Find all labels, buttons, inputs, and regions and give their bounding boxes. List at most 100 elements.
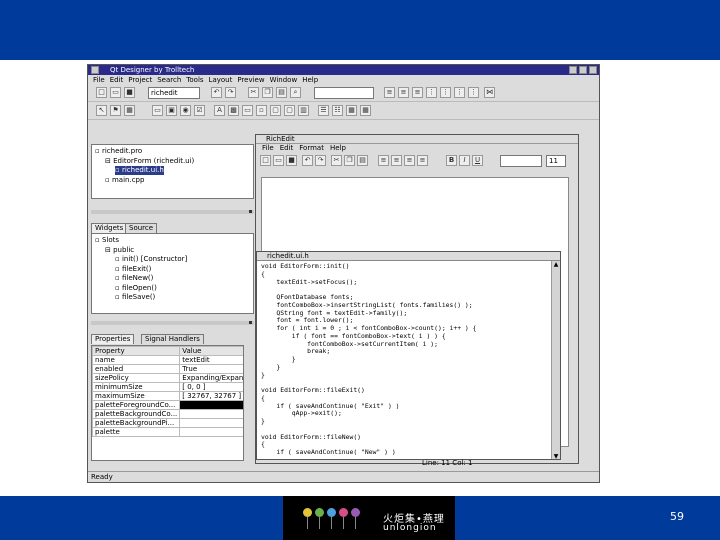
save-icon[interactable]: ■: [286, 155, 297, 166]
tree-item[interactable]: ▫ main.cpp: [105, 176, 144, 185]
table-row[interactable]: name textEdit: [92, 355, 243, 365]
menu-edit[interactable]: Edit: [110, 75, 124, 85]
spinbox-icon[interactable]: ▫: [256, 105, 267, 116]
table-row[interactable]: minimumSize[ 0, 0 ]: [92, 382, 243, 392]
justify-icon[interactable]: ≡: [417, 155, 428, 166]
cut-icon[interactable]: ✂: [248, 87, 259, 98]
richedit-menu-edit[interactable]: Edit: [280, 144, 294, 152]
table-row[interactable]: paletteForegroundCo...: [92, 400, 243, 410]
save-icon[interactable]: ■: [124, 87, 135, 98]
redo-icon[interactable]: ↷: [315, 155, 326, 166]
search-combo[interactable]: [314, 87, 374, 99]
tab-properties[interactable]: Properties: [91, 334, 135, 344]
radiobutton-icon[interactable]: ◉: [180, 105, 191, 116]
tab-widgets[interactable]: Widgets: [91, 223, 128, 233]
richedit-menu-format[interactable]: Format: [299, 144, 324, 152]
pointer-icon[interactable]: ↖: [96, 105, 107, 116]
paste-icon[interactable]: ▤: [276, 87, 287, 98]
listview-icon[interactable]: ☷: [332, 105, 343, 116]
align-center-icon[interactable]: ≡: [391, 155, 402, 166]
redo-icon[interactable]: ↷: [225, 87, 236, 98]
align-left-icon[interactable]: ≡: [378, 155, 389, 166]
menu-tools[interactable]: Tools: [186, 75, 203, 85]
property-value[interactable]: [ 0, 0 ]: [179, 382, 243, 392]
menu-file[interactable]: File: [93, 75, 105, 85]
richedit-menu-file[interactable]: File: [262, 144, 274, 152]
property-value[interactable]: True: [179, 364, 243, 374]
menu-search[interactable]: Search: [157, 75, 181, 85]
table-row[interactable]: paletteBackgroundCo...: [92, 409, 243, 419]
tree-item[interactable]: ⊟ EditorForm (richedit.ui): [105, 157, 194, 166]
menu-layout[interactable]: Layout: [209, 75, 233, 85]
undo-icon[interactable]: ↶: [211, 87, 222, 98]
cut-icon[interactable]: ✂: [331, 155, 342, 166]
property-value[interactable]: [179, 400, 243, 410]
tree-item[interactable]: ▫ fileSave(): [115, 293, 155, 302]
table-row[interactable]: palette: [92, 427, 243, 437]
align-left-icon[interactable]: ≡: [384, 87, 395, 98]
layout-h-icon[interactable]: ⋮: [426, 87, 437, 98]
menu-project[interactable]: Project: [128, 75, 152, 85]
undo-icon[interactable]: ↶: [302, 155, 313, 166]
table-row[interactable]: maximumSize[ 32767, 32767 ]: [92, 391, 243, 401]
form-combo[interactable]: richedit: [148, 87, 200, 99]
code-text[interactable]: void EditorForm::init() { textEdit->setF…: [261, 262, 476, 457]
minimize-button[interactable]: [569, 66, 577, 74]
property-value[interactable]: [179, 418, 243, 428]
tabwidget-icon[interactable]: ▥: [298, 105, 309, 116]
close-button[interactable]: [589, 66, 597, 74]
groupbox-icon[interactable]: ▢: [270, 105, 281, 116]
splitter[interactable]: [91, 321, 254, 325]
pixmap-icon[interactable]: ▩: [228, 105, 239, 116]
listbox-icon[interactable]: ☰: [318, 105, 329, 116]
copy-icon[interactable]: ❐: [344, 155, 355, 166]
vertical-scrollbar[interactable]: ▲ ▼: [551, 261, 560, 459]
bold-icon[interactable]: B: [446, 155, 457, 166]
copy-icon[interactable]: ❐: [262, 87, 273, 98]
tree-item[interactable]: ⊟ public: [105, 246, 134, 255]
underline-icon[interactable]: U: [472, 155, 483, 166]
tab-signal-handlers[interactable]: Signal Handlers: [141, 334, 204, 344]
new-icon[interactable]: □: [96, 87, 107, 98]
table-icon[interactable]: ▦: [360, 105, 371, 116]
checkbox-icon[interactable]: ☑: [194, 105, 205, 116]
tree-item[interactable]: ▫ richedit.ui.h: [115, 166, 164, 175]
align-center-icon[interactable]: ≡: [398, 87, 409, 98]
tree-item[interactable]: ▫ fileOpen(): [115, 284, 157, 293]
open-icon[interactable]: ▭: [273, 155, 284, 166]
new-icon[interactable]: □: [260, 155, 271, 166]
property-value[interactable]: [ 32767, 32767 ]: [179, 391, 243, 401]
table-row[interactable]: sizePolicyExpanding/Expand...: [92, 373, 243, 383]
frame-icon[interactable]: ▢: [284, 105, 295, 116]
italic-icon[interactable]: I: [459, 155, 470, 166]
toolbutton-icon[interactable]: ▣: [166, 105, 177, 116]
tree-item[interactable]: ▫ fileNew(): [115, 274, 153, 283]
open-icon[interactable]: ▭: [110, 87, 121, 98]
pushbutton-icon[interactable]: ▭: [152, 105, 163, 116]
table-row[interactable]: enabled True: [92, 364, 243, 374]
tab-order-icon[interactable]: ▦: [124, 105, 135, 116]
label-icon[interactable]: A: [214, 105, 225, 116]
layout-v-icon[interactable]: ⋮: [440, 87, 451, 98]
layout-grid-icon[interactable]: ⋮: [454, 87, 465, 98]
iconview-icon[interactable]: ▦: [346, 105, 357, 116]
property-value[interactable]: Expanding/Expand...: [179, 373, 243, 383]
find-icon[interactable]: ⌕: [290, 87, 301, 98]
tree-item[interactable]: ▫ init() [Constructor]: [115, 255, 187, 264]
menu-window[interactable]: Window: [270, 75, 298, 85]
close-icon[interactable]: [249, 210, 252, 213]
property-value[interactable]: [179, 409, 243, 419]
align-right-icon[interactable]: ≡: [412, 87, 423, 98]
richedit-menu-help[interactable]: Help: [330, 144, 346, 152]
tree-item[interactable]: ▫ fileExit(): [115, 265, 151, 274]
font-combo[interactable]: [500, 155, 542, 167]
align-right-icon[interactable]: ≡: [404, 155, 415, 166]
connect-icon[interactable]: ⚑: [110, 105, 121, 116]
lineedit-icon[interactable]: ▭: [242, 105, 253, 116]
close-icon[interactable]: [249, 321, 252, 324]
menu-help[interactable]: Help: [302, 75, 318, 85]
menu-preview[interactable]: Preview: [237, 75, 264, 85]
scroll-up-icon[interactable]: ▲: [552, 261, 560, 269]
paste-icon[interactable]: ▤: [357, 155, 368, 166]
tree-item[interactable]: ▫ Slots: [95, 236, 119, 245]
